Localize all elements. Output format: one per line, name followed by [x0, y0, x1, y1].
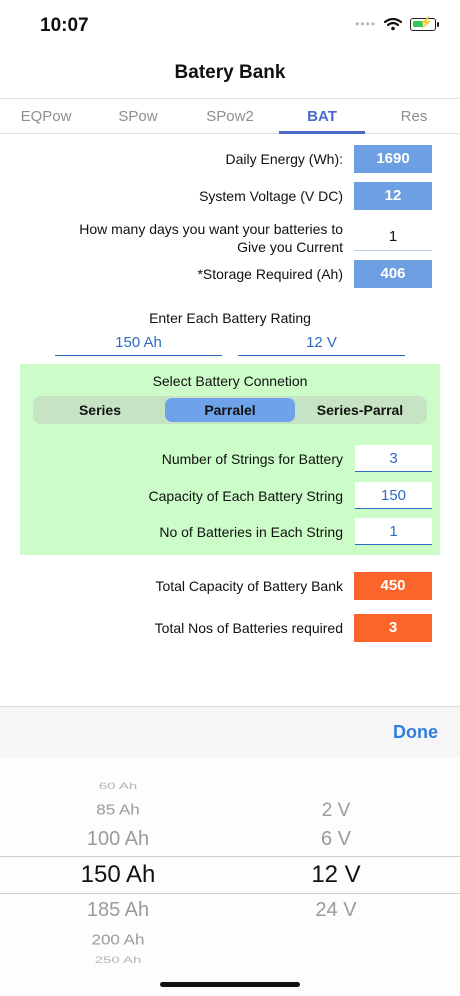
- storage-value: 406: [354, 260, 432, 288]
- picker-option[interactable]: 60 Ah: [0, 781, 236, 791]
- tab-spow2[interactable]: SPow2: [184, 99, 276, 133]
- wifi-icon: [384, 17, 402, 31]
- home-indicator: [160, 982, 300, 987]
- connection-label: Select Battery Connetion: [152, 373, 308, 389]
- batteries-per-string-input[interactable]: 1: [355, 518, 432, 545]
- status-time: 10:07: [40, 15, 89, 36]
- page-title: Batery Bank: [174, 62, 286, 83]
- status-bar: 10:07 •••• ⚡: [0, 0, 460, 50]
- string-capacity-label: Capacity of Each Battery String: [148, 488, 343, 504]
- volt-picker-wheel[interactable]: 2 V 6 V 12 V 24 V: [236, 758, 436, 968]
- battery-picker: 60 Ah 85 Ah 100 Ah 150 Ah 185 Ah 200 Ah …: [0, 758, 460, 996]
- days-label-line2: Give you Current: [237, 239, 343, 255]
- battery-icon: ⚡: [410, 16, 439, 31]
- batteries-per-string-label: No of Batteries in Each String: [159, 524, 343, 540]
- done-button[interactable]: Done: [393, 722, 438, 743]
- tab-spow[interactable]: SPow: [92, 99, 184, 133]
- picker-option[interactable]: 85 Ah: [0, 802, 236, 819]
- ah-picker-wheel[interactable]: 60 Ah 85 Ah 100 Ah 150 Ah 185 Ah 200 Ah …: [0, 758, 236, 968]
- daily-energy-value: 1690: [354, 145, 432, 173]
- status-icons: •••• ⚡: [355, 16, 439, 31]
- days-label: How many days you want your batteries to…: [79, 221, 343, 255]
- strings-label: Number of Strings for Battery: [161, 451, 343, 467]
- picker-option[interactable]: 250 Ah: [0, 955, 236, 965]
- connection-panel: Select Battery Connetion Series Parralel…: [20, 364, 440, 555]
- storage-label: *Storage Required (Ah): [197, 266, 343, 282]
- total-capacity-value: 450: [354, 572, 432, 600]
- days-input[interactable]: 1: [354, 223, 432, 251]
- picker-toolbar: Done: [0, 706, 460, 758]
- daily-energy-label: Daily Energy (Wh):: [225, 151, 343, 167]
- tab-eqpow[interactable]: EQPow: [0, 99, 92, 133]
- strings-input[interactable]: 3: [355, 445, 432, 472]
- picker-option[interactable]: 185 Ah: [0, 899, 236, 922]
- tab-bat[interactable]: BAT: [276, 99, 368, 134]
- picker-option[interactable]: 24 V: [236, 899, 436, 922]
- segment-series-parallel[interactable]: Series-Parral: [295, 398, 425, 422]
- battery-ah-field[interactable]: 150 Ah: [55, 334, 222, 356]
- total-batteries-value: 3: [354, 614, 432, 642]
- battery-rating-label: Enter Each Battery Rating: [149, 310, 311, 326]
- string-capacity-input[interactable]: 150: [355, 482, 432, 509]
- signal-dots-icon: ••••: [355, 17, 376, 31]
- tab-bar: EQPow SPow SPow2 BAT Res: [0, 98, 460, 134]
- picker-selected-ah[interactable]: 150 Ah: [0, 861, 236, 889]
- connection-segmented-control: Series Parralel Series-Parral: [33, 396, 427, 424]
- picker-selected-volt[interactable]: 12 V: [236, 861, 436, 889]
- total-batteries-label: Total Nos of Batteries required: [154, 620, 343, 636]
- battery-volt-field[interactable]: 12 V: [238, 334, 405, 356]
- tab-res[interactable]: Res: [368, 99, 460, 133]
- segment-series[interactable]: Series: [35, 398, 165, 422]
- charging-bolt-icon: ⚡: [419, 16, 433, 29]
- days-label-line1: How many days you want your batteries to: [79, 221, 343, 237]
- total-capacity-label: Total Capacity of Battery Bank: [155, 578, 343, 594]
- system-voltage-label: System Voltage (V DC): [199, 188, 343, 204]
- system-voltage-value: 12: [354, 182, 432, 210]
- picker-option[interactable]: 200 Ah: [0, 932, 236, 949]
- picker-option[interactable]: 100 Ah: [0, 828, 236, 851]
- segment-parallel[interactable]: Parralel: [165, 398, 295, 422]
- picker-option[interactable]: 2 V: [236, 800, 436, 822]
- picker-option[interactable]: 6 V: [236, 828, 436, 851]
